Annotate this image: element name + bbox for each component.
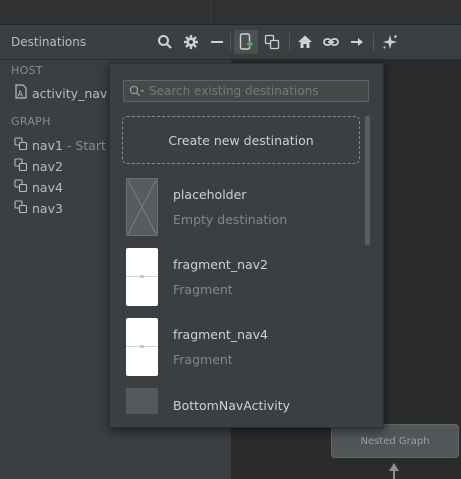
graph-section-label: GRAPH — [11, 115, 51, 128]
minus-icon[interactable] — [205, 30, 229, 54]
new-destination-popup: Search existing destinations Create new … — [109, 63, 384, 428]
gear-icon[interactable] — [179, 30, 203, 54]
panel-title: Destinations — [11, 35, 87, 49]
graph-item-label: nav3 — [32, 200, 63, 216]
graph-item-label: nav4 — [32, 179, 63, 195]
activity-file-icon: A — [14, 84, 28, 102]
create-new-destination-button[interactable]: Create new destination — [122, 116, 360, 164]
placeholder-thumbnail — [126, 178, 158, 236]
destination-item-bottomnavactivity[interactable]: BottomNavActivity — [126, 388, 356, 427]
destination-item-placeholder[interactable]: placeholder Empty destination — [126, 178, 356, 238]
host-item-label: activity_nav (f — [32, 85, 121, 101]
destinations-toolbar: Destinations — [0, 25, 461, 60]
fragment-thumbnail — [126, 318, 158, 376]
popup-scrollbar[interactable] — [365, 116, 370, 245]
destination-item-fragment-nav2[interactable]: fragment_nav2 Fragment — [126, 248, 356, 308]
nested-graph-icon — [14, 157, 28, 175]
start-destination-label: - Start — [66, 137, 106, 153]
editor-top-strip — [0, 0, 461, 25]
auto-arrange-icon[interactable] — [378, 30, 402, 54]
search-field[interactable]: Search existing destinations — [123, 80, 369, 102]
home-icon[interactable] — [293, 30, 317, 54]
graph-item-label: nav1 — [32, 137, 63, 153]
host-item[interactable]: A activity_nav (f — [14, 84, 121, 102]
arrow-right-icon[interactable] — [345, 30, 369, 54]
nested-graph-node[interactable]: Nested Graph — [331, 424, 459, 458]
destination-type: Empty destination — [173, 212, 288, 227]
nested-graph-icon — [14, 199, 28, 217]
destination-name: fragment_nav4 — [173, 327, 269, 342]
destination-name: BottomNavActivity — [173, 398, 291, 413]
nested-graph-icon[interactable] — [260, 30, 284, 54]
search-icon[interactable] — [153, 30, 177, 54]
graph-item-nav2[interactable]: nav2 — [14, 157, 63, 175]
toolbar-separator — [289, 33, 290, 51]
link-icon[interactable] — [319, 30, 343, 54]
svg-text:A: A — [18, 90, 24, 99]
create-new-destination-label: Create new destination — [168, 132, 314, 148]
fragment-thumbnail — [126, 248, 158, 306]
activity-thumbnail — [126, 388, 158, 414]
destination-name: placeholder — [173, 187, 247, 202]
host-section-label: HOST — [11, 64, 43, 77]
nested-graph-label: Nested Graph — [360, 435, 430, 447]
search-placeholder: Search existing destinations — [149, 84, 319, 98]
destination-type: Fragment — [173, 282, 233, 297]
toolbar-separator — [230, 33, 231, 51]
destination-name: fragment_nav2 — [173, 257, 269, 272]
graph-item-nav4[interactable]: nav4 — [14, 178, 63, 196]
graph-item-label: nav2 — [32, 158, 63, 174]
destination-type: Fragment — [173, 352, 233, 367]
new-destination-icon[interactable] — [234, 30, 258, 54]
graph-item-nav1[interactable]: nav1 - Start — [14, 136, 106, 154]
nested-graph-icon — [14, 178, 28, 196]
graph-item-nav3[interactable]: nav3 — [14, 199, 63, 217]
search-icon — [129, 85, 145, 97]
nested-graph-icon — [14, 136, 28, 154]
destination-item-fragment-nav4[interactable]: fragment_nav4 Fragment — [126, 318, 356, 378]
toolbar-separator — [373, 33, 374, 51]
action-arrow — [393, 470, 395, 479]
